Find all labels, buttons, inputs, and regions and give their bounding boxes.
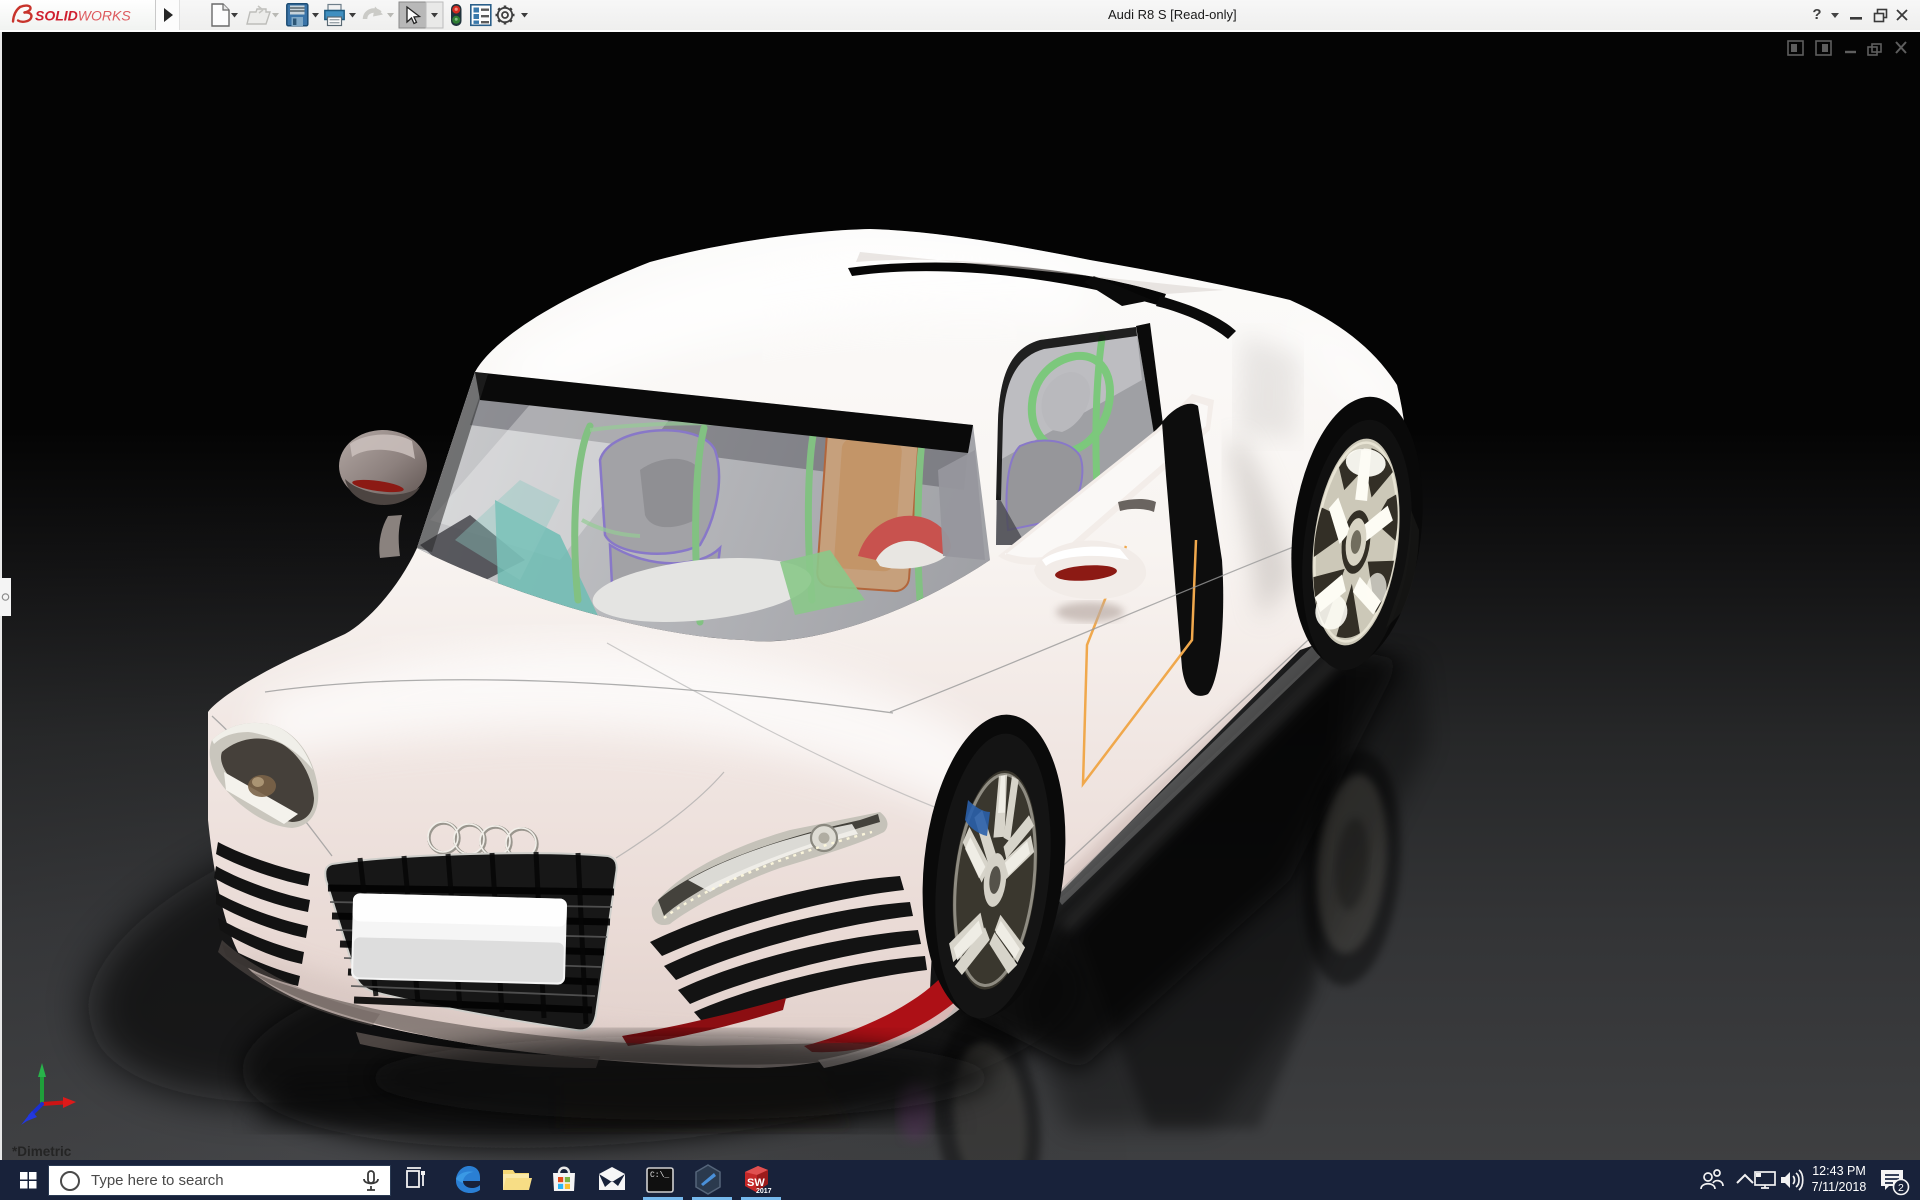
svg-text:2: 2 xyxy=(1898,1182,1904,1194)
svg-text:*Dimetric: *Dimetric xyxy=(12,1144,72,1159)
svg-text:2017: 2017 xyxy=(756,1188,772,1195)
svg-text:C:\_: C:\_ xyxy=(650,1171,669,1180)
